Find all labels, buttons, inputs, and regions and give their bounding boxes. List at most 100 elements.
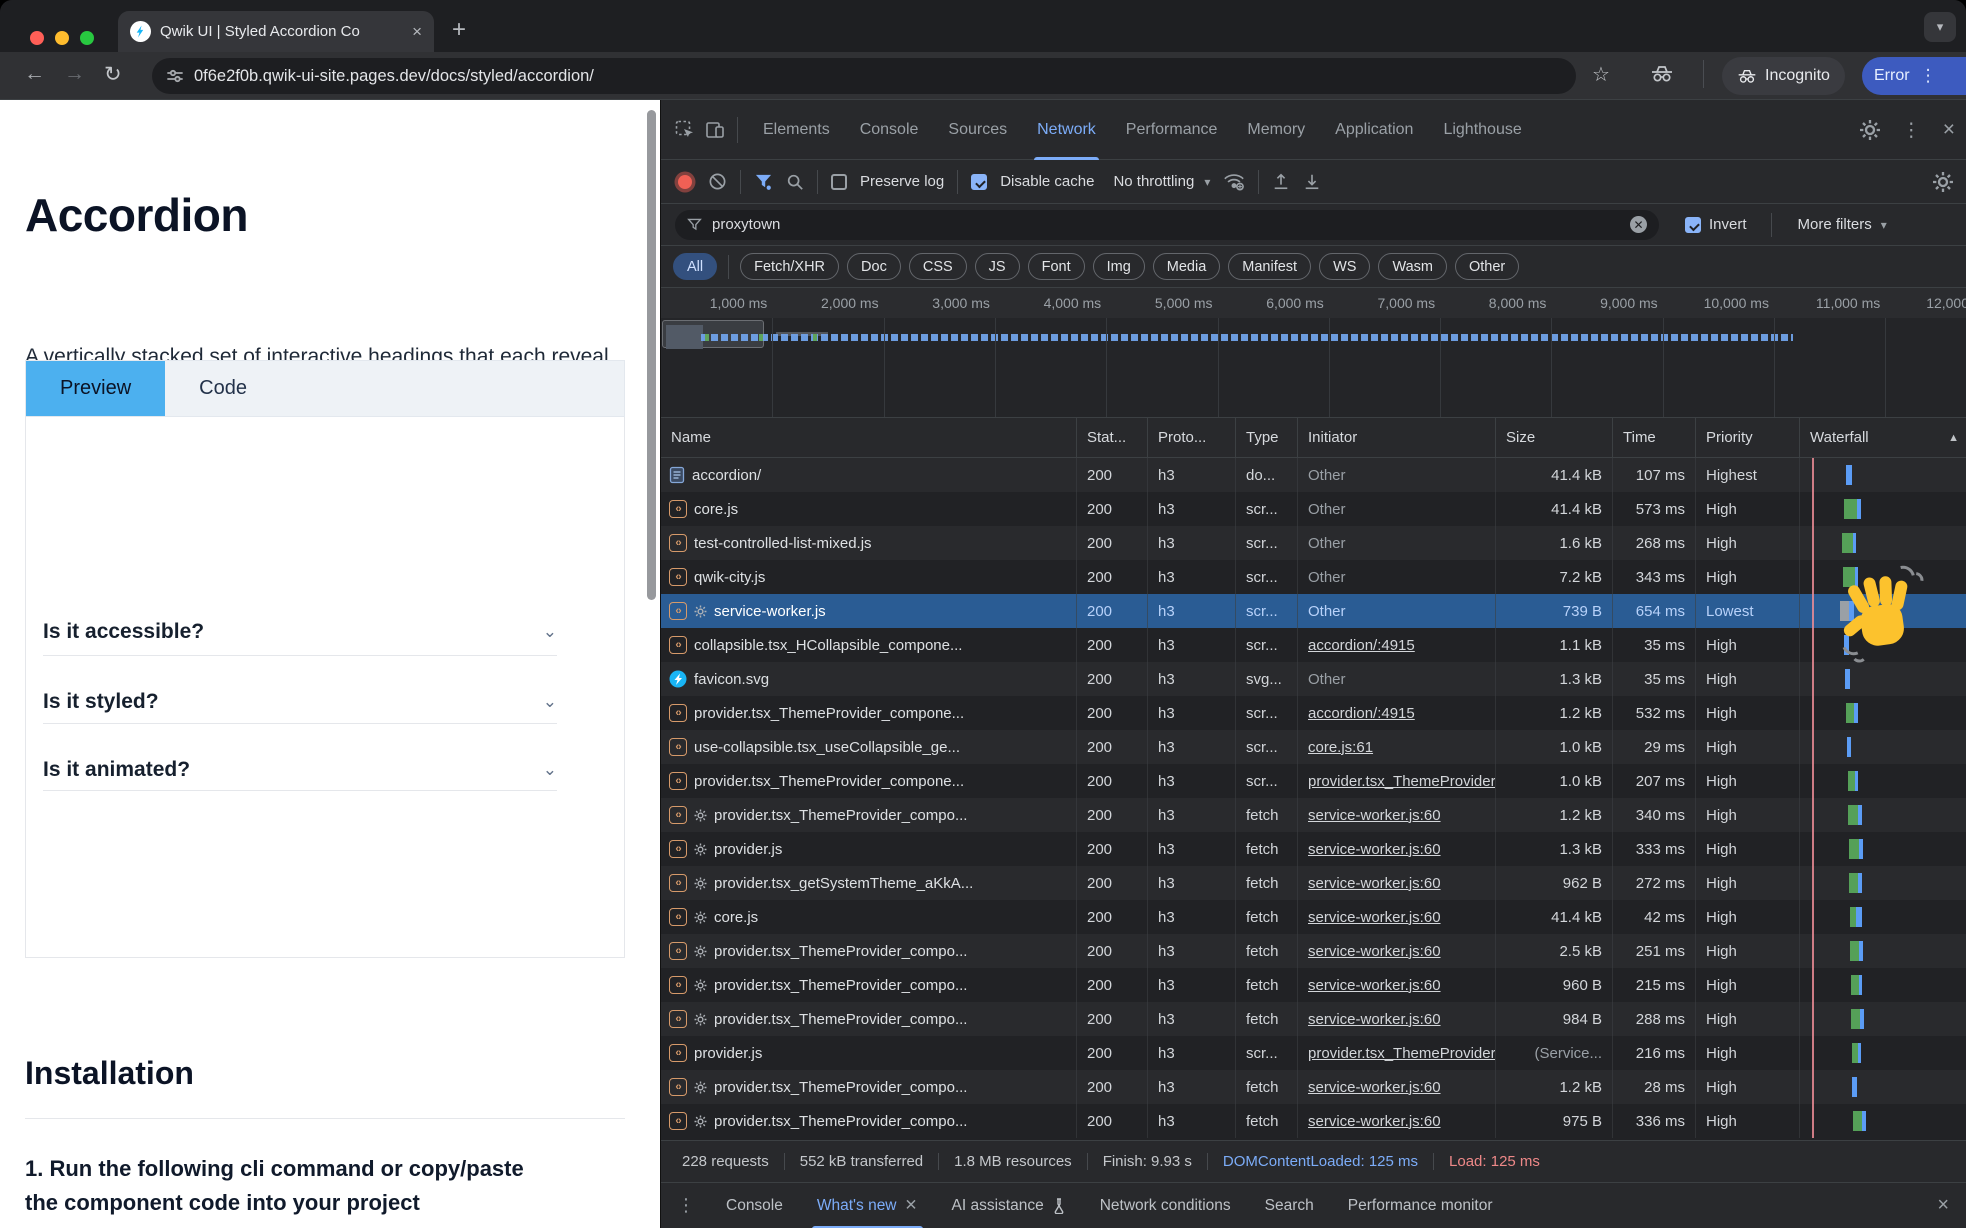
forward-button[interactable]: → bbox=[64, 62, 85, 86]
request-row[interactable]: ‹›provider.tsx_ThemeProvider_compo...200… bbox=[661, 1002, 1966, 1036]
devtools-close-icon[interactable]: × bbox=[1943, 118, 1955, 142]
column-header-size[interactable]: Size bbox=[1495, 418, 1612, 457]
initiator-link[interactable]: provider.tsx_ThemeProvider_c bbox=[1308, 773, 1495, 790]
drawer-tab-close-icon[interactable]: ✕ bbox=[905, 1196, 918, 1215]
disable-cache-checkbox[interactable] bbox=[971, 174, 987, 190]
drawer-menu-kebab-icon[interactable]: ⋮ bbox=[677, 1195, 695, 1216]
filter-chip-fetchxhr[interactable]: Fetch/XHR bbox=[740, 253, 839, 280]
accordion-trigger[interactable]: Is it styled?⌄ bbox=[43, 690, 557, 714]
filter-chip-other[interactable]: Other bbox=[1455, 253, 1519, 280]
page-scrollbar[interactable] bbox=[647, 110, 656, 600]
request-name-cell[interactable]: ‹›collapsible.tsx_HCollapsible_compone..… bbox=[661, 628, 1076, 662]
initiator-link[interactable]: service-worker.js:60 bbox=[1308, 909, 1441, 926]
more-filters-dropdown[interactable]: More filters ▾ bbox=[1798, 216, 1887, 233]
request-row[interactable]: ‹›provider.tsx_ThemeProvider_compo...200… bbox=[661, 934, 1966, 968]
column-header-initiator[interactable]: Initiator bbox=[1297, 418, 1495, 457]
clear-network-log-icon[interactable] bbox=[708, 172, 727, 191]
column-header-type[interactable]: Type bbox=[1235, 418, 1297, 457]
network-settings-gear-icon[interactable] bbox=[1933, 172, 1953, 192]
request-name-cell[interactable]: ‹›provider.tsx_ThemeProvider_compo... bbox=[661, 1002, 1076, 1036]
request-row[interactable]: ‹›provider.tsx_ThemeProvider_compo...200… bbox=[661, 1104, 1966, 1138]
filter-chip-wasm[interactable]: Wasm bbox=[1378, 253, 1447, 280]
initiator-cell[interactable]: service-worker.js:60 bbox=[1297, 832, 1495, 866]
browser-menu-kebab-icon[interactable]: ⋮ bbox=[1920, 66, 1937, 86]
filter-chip-media[interactable]: Media bbox=[1153, 253, 1221, 280]
devtools-settings-gear-icon[interactable] bbox=[1860, 120, 1880, 140]
request-name-cell[interactable]: ‹›core.js bbox=[661, 492, 1076, 526]
network-overview[interactable] bbox=[661, 318, 1966, 418]
minimize-window-button[interactable] bbox=[55, 31, 69, 45]
request-row[interactable]: ‹›provider.tsx_getSystemTheme_aKkA...200… bbox=[661, 866, 1966, 900]
request-row[interactable]: ‹›provider.tsx_ThemeProvider_compo...200… bbox=[661, 968, 1966, 1002]
accordion-trigger[interactable]: Is it animated?⌄ bbox=[43, 758, 557, 782]
profile-error-button[interactable]: Error ⋮ bbox=[1862, 57, 1966, 95]
drawer-tab-networkconditions[interactable]: Network conditions bbox=[1083, 1183, 1248, 1228]
request-row[interactable]: ‹›collapsible.tsx_HCollapsible_compone..… bbox=[661, 628, 1966, 662]
initiator-cell[interactable]: service-worker.js:60 bbox=[1297, 900, 1495, 934]
request-row[interactable]: ‹›qwik-city.js200h3scr...Other7.2 kB343 … bbox=[661, 560, 1966, 594]
accordion-trigger[interactable]: Is it accessible?⌄ bbox=[43, 620, 557, 644]
clear-filter-icon[interactable]: ✕ bbox=[1630, 216, 1647, 233]
request-name-cell[interactable]: favicon.svg bbox=[661, 662, 1076, 696]
request-name-cell[interactable]: ‹›provider.tsx_ThemeProvider_compone... bbox=[661, 696, 1076, 730]
import-har-icon[interactable] bbox=[1272, 172, 1290, 191]
column-header-waterfall[interactable]: Waterfall▲ bbox=[1799, 418, 1966, 457]
devtools-tab-application[interactable]: Application bbox=[1320, 100, 1428, 160]
initiator-link[interactable]: service-worker.js:60 bbox=[1308, 1079, 1441, 1096]
request-name-cell[interactable]: ‹›provider.tsx_ThemeProvider_compo... bbox=[661, 934, 1076, 968]
export-har-icon[interactable] bbox=[1303, 172, 1321, 191]
filter-chip-font[interactable]: Font bbox=[1028, 253, 1085, 280]
devtools-tab-lighthouse[interactable]: Lighthouse bbox=[1428, 100, 1536, 160]
tab-close-icon[interactable]: × bbox=[412, 22, 422, 42]
inspect-element-icon[interactable] bbox=[675, 120, 695, 140]
column-header-stat[interactable]: Stat... bbox=[1076, 418, 1147, 457]
request-name-cell[interactable]: ‹›service-worker.js bbox=[661, 594, 1076, 628]
initiator-link[interactable]: service-worker.js:60 bbox=[1308, 1113, 1441, 1130]
bookmark-star-icon[interactable]: ☆ bbox=[1592, 62, 1610, 87]
request-name-cell[interactable]: ‹›provider.tsx_ThemeProvider_compo... bbox=[661, 1070, 1076, 1104]
request-name-cell[interactable]: ‹›provider.js bbox=[661, 832, 1076, 866]
filter-chip-ws[interactable]: WS bbox=[1319, 253, 1370, 280]
filter-chip-img[interactable]: Img bbox=[1093, 253, 1145, 280]
network-conditions-icon[interactable] bbox=[1223, 172, 1245, 191]
request-name-cell[interactable]: accordion/ bbox=[661, 458, 1076, 492]
column-header-name[interactable]: Name bbox=[661, 418, 1076, 457]
column-header-priority[interactable]: Priority bbox=[1695, 418, 1799, 457]
preserve-log-checkbox[interactable] bbox=[831, 174, 847, 190]
new-tab-button[interactable]: + bbox=[452, 18, 466, 42]
initiator-link[interactable]: core.js:61 bbox=[1308, 739, 1373, 756]
device-toolbar-icon[interactable] bbox=[705, 120, 725, 140]
initiator-cell[interactable]: service-worker.js:60 bbox=[1297, 1104, 1495, 1138]
filter-chip-doc[interactable]: Doc bbox=[847, 253, 901, 280]
request-row[interactable]: ‹›provider.tsx_ThemeProvider_compone...2… bbox=[661, 764, 1966, 798]
initiator-cell[interactable]: service-worker.js:60 bbox=[1297, 798, 1495, 832]
invert-filter-checkbox[interactable] bbox=[1685, 217, 1701, 233]
record-network-log-button[interactable] bbox=[678, 175, 692, 189]
site-settings-icon[interactable] bbox=[166, 67, 184, 85]
initiator-link[interactable]: provider.tsx_ThemeProvider_c bbox=[1308, 1045, 1495, 1062]
initiator-cell[interactable]: core.js:61 bbox=[1297, 730, 1495, 764]
tab-code[interactable]: Code bbox=[165, 361, 281, 416]
request-row[interactable]: favicon.svg200h3svg...Other1.3 kB35 msHi… bbox=[661, 662, 1966, 696]
initiator-cell[interactable]: provider.tsx_ThemeProvider_c bbox=[1297, 1036, 1495, 1070]
filter-chip-all[interactable]: All bbox=[673, 253, 717, 280]
request-name-cell[interactable]: ‹›provider.tsx_ThemeProvider_compo... bbox=[661, 968, 1076, 1002]
request-name-cell[interactable]: ‹›core.js bbox=[661, 900, 1076, 934]
request-row[interactable]: ‹›use-collapsible.tsx_useCollapsible_ge.… bbox=[661, 730, 1966, 764]
request-name-cell[interactable]: ‹›qwik-city.js bbox=[661, 560, 1076, 594]
maximize-window-button[interactable] bbox=[80, 31, 94, 45]
drawer-tab-whatsnew[interactable]: What's new✕ bbox=[800, 1183, 935, 1228]
filter-funnel-icon[interactable] bbox=[754, 173, 773, 191]
column-header-proto[interactable]: Proto... bbox=[1147, 418, 1235, 457]
initiator-link[interactable]: service-worker.js:60 bbox=[1308, 841, 1441, 858]
drawer-tab-aiassistance[interactable]: AI assistance bbox=[935, 1183, 1083, 1228]
tab-preview[interactable]: Preview bbox=[26, 361, 165, 416]
request-name-cell[interactable]: ‹›provider.tsx_getSystemTheme_aKkA... bbox=[661, 866, 1076, 900]
search-icon[interactable] bbox=[786, 173, 804, 191]
devtools-tab-memory[interactable]: Memory bbox=[1232, 100, 1320, 160]
initiator-link[interactable]: accordion/:4915 bbox=[1308, 705, 1415, 722]
initiator-link[interactable]: accordion/:4915 bbox=[1308, 637, 1415, 654]
column-header-time[interactable]: Time bbox=[1612, 418, 1695, 457]
close-window-button[interactable] bbox=[30, 31, 44, 45]
initiator-cell[interactable]: accordion/:4915 bbox=[1297, 696, 1495, 730]
